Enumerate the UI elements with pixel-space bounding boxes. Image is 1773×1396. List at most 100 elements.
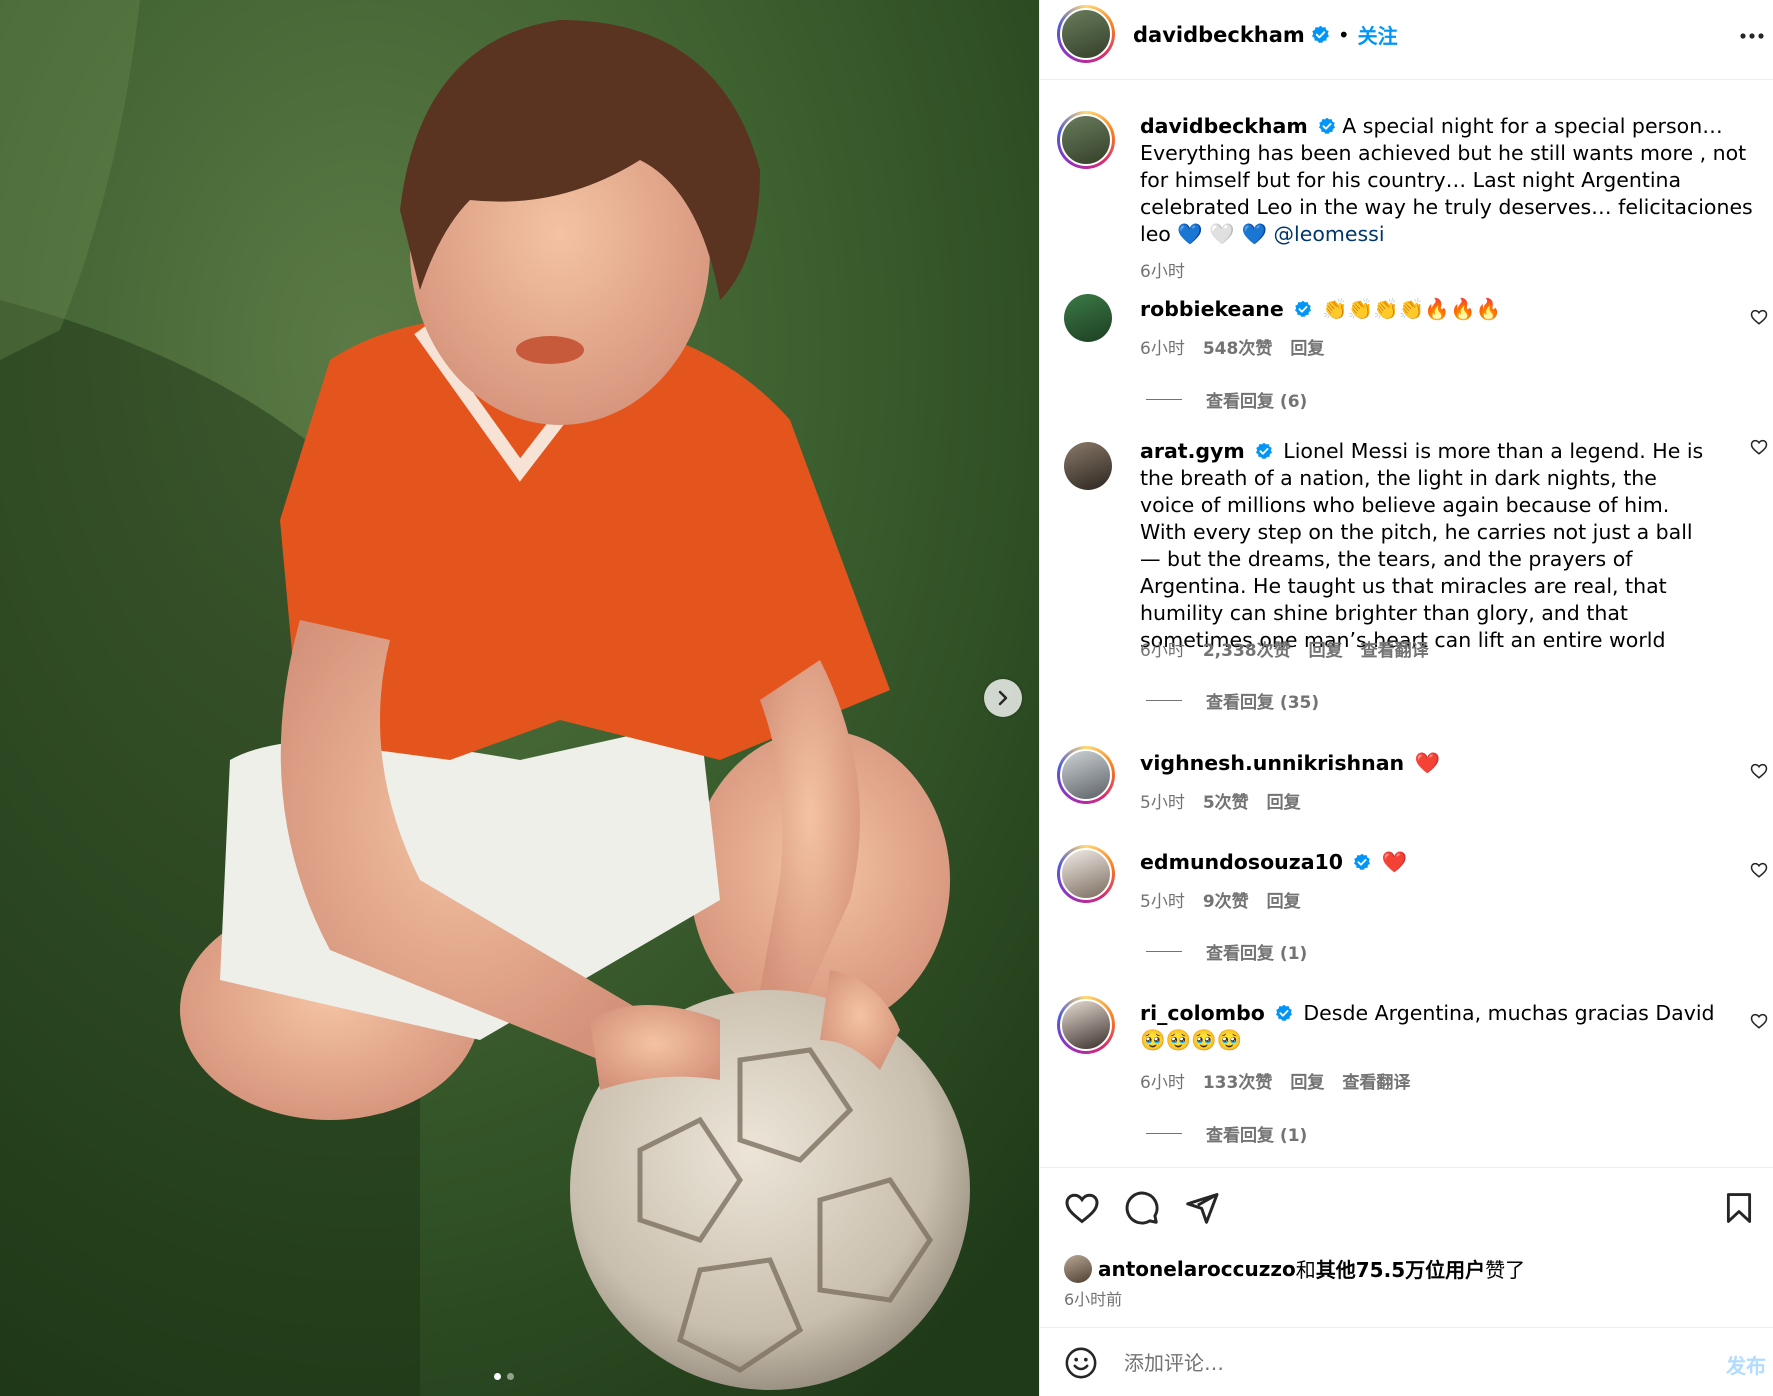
comment-meta: 6小时 133次赞 回复 查看翻译 xyxy=(1140,1068,1410,1093)
comment-like-heart-icon[interactable] xyxy=(1750,308,1768,326)
comment-bubble-icon[interactable] xyxy=(1124,1190,1160,1226)
liker-username[interactable]: antonelaroccuzzo xyxy=(1098,1257,1296,1281)
comment-avatar[interactable] xyxy=(1057,996,1115,1054)
carousel-dot xyxy=(507,1373,514,1380)
header-separator: • xyxy=(1337,22,1350,47)
comment-text-block: edmundosouza10 ❤️ xyxy=(1140,849,1706,876)
post-media[interactable] xyxy=(0,0,1039,1396)
view-replies-label[interactable]: 查看回复 (35) xyxy=(1206,688,1319,713)
comment-likes[interactable]: 548次赞 xyxy=(1203,334,1273,359)
comment-like-heart-icon[interactable] xyxy=(1750,438,1768,456)
verified-badge-icon xyxy=(1275,1004,1292,1022)
bookmark-icon[interactable] xyxy=(1722,1190,1756,1226)
comment-username[interactable]: vighnesh.unnikrishnan xyxy=(1140,751,1404,775)
liker-avatar[interactable] xyxy=(1064,1254,1092,1283)
comment-text-block: vighnesh.unnikrishnan ❤️ xyxy=(1140,750,1706,777)
smiley-icon[interactable] xyxy=(1064,1346,1098,1380)
replies-divider xyxy=(1146,399,1182,400)
comment-time[interactable]: 6小时 xyxy=(1140,334,1185,359)
caption-emojis: 💙 🤍 💙 xyxy=(1177,222,1267,246)
post-header: davidbeckham • 关注 xyxy=(1040,0,1773,80)
send-icon[interactable] xyxy=(1184,1190,1220,1226)
comment-translate-button[interactable]: 查看翻译 xyxy=(1342,1068,1410,1093)
heart-icon[interactable] xyxy=(1064,1190,1100,1226)
verified-badge-icon xyxy=(1294,300,1311,318)
comment-emojis: ❤️ xyxy=(1381,850,1408,874)
author-username[interactable]: davidbeckham xyxy=(1133,23,1305,47)
caption-mention-link[interactable]: @leomessi xyxy=(1274,222,1385,246)
comment-username[interactable]: ri_colombo xyxy=(1140,1001,1265,1025)
caption-avatar[interactable] xyxy=(1057,111,1115,169)
comment-like-heart-icon[interactable] xyxy=(1750,861,1768,879)
comment-reply-button[interactable]: 回复 xyxy=(1267,788,1301,813)
comment-emojis: 🥹🥹🥹🥹 xyxy=(1140,1028,1243,1052)
post-comment-button[interactable]: 发布 xyxy=(1726,1350,1766,1379)
post-photo xyxy=(0,0,1039,1396)
comment-likes[interactable]: 2,338次赞 xyxy=(1203,636,1291,661)
carousel-dot-active xyxy=(494,1373,501,1380)
comment-time[interactable]: 6小时 xyxy=(1140,1068,1185,1093)
comment-input[interactable] xyxy=(1124,1346,1644,1380)
comment-reply-button[interactable]: 回复 xyxy=(1309,636,1343,661)
view-replies-label[interactable]: 查看回复 (6) xyxy=(1206,387,1307,412)
next-slide-button[interactable] xyxy=(984,679,1022,717)
comment-reply-button[interactable]: 回复 xyxy=(1267,887,1301,912)
post-panel: davidbeckham • 关注 davidbeckham A special… xyxy=(1039,0,1773,1396)
likes-others-count[interactable]: 其他75.5万位用户 xyxy=(1316,1254,1485,1283)
caption-username[interactable]: davidbeckham xyxy=(1140,114,1308,138)
view-replies-button[interactable]: 查看回复 (1) xyxy=(1146,1121,1307,1146)
comment-item: arat.gym Lionel Messi is more than a leg… xyxy=(1040,436,1773,713)
likes-summary[interactable]: antonelaroccuzzo 和 其他75.5万位用户 赞了 xyxy=(1064,1254,1525,1283)
likes-suffix: 赞了 xyxy=(1485,1258,1526,1282)
comment-avatar[interactable] xyxy=(1064,294,1112,342)
replies-divider xyxy=(1146,700,1182,701)
comments-list[interactable]: davidbeckham A special night for a speci… xyxy=(1040,81,1773,1167)
comment-meta: 6小时 2,338次赞 回复 查看翻译 xyxy=(1140,636,1429,661)
replies-divider xyxy=(1146,1133,1182,1134)
comment-time[interactable]: 5小时 xyxy=(1140,788,1185,813)
comment-like-heart-icon[interactable] xyxy=(1750,762,1768,780)
comment-meta: 5小时 5次赞 回复 xyxy=(1140,788,1301,813)
comment-like-heart-icon[interactable] xyxy=(1750,1012,1768,1030)
comment-time[interactable]: 6小时 xyxy=(1140,636,1185,661)
comment-avatar[interactable] xyxy=(1057,746,1115,804)
comment-avatar[interactable] xyxy=(1057,845,1115,903)
caption-text-block: davidbeckham A special night for a speci… xyxy=(1140,113,1770,248)
view-replies-button[interactable]: 查看回复 (35) xyxy=(1146,688,1319,713)
carousel-dots xyxy=(494,1373,514,1380)
verified-badge-icon xyxy=(1354,853,1371,871)
comment-reply-button[interactable]: 回复 xyxy=(1290,1068,1324,1093)
comment-likes[interactable]: 5次赞 xyxy=(1203,788,1249,813)
comment-meta: 6小时 548次赞 回复 xyxy=(1140,334,1324,359)
post-caption: davidbeckham A special night for a speci… xyxy=(1040,111,1773,282)
view-replies-button[interactable]: 查看回复 (6) xyxy=(1146,387,1307,412)
author-row: davidbeckham • 关注 xyxy=(1133,20,1398,49)
comment-item: edmundosouza10 ❤️ 5小时 9次赞 回复 查看回复 (1) xyxy=(1040,845,1773,985)
view-replies-button[interactable]: 查看回复 (1) xyxy=(1146,939,1307,964)
comment-time[interactable]: 5小时 xyxy=(1140,887,1185,912)
comment-username[interactable]: arat.gym xyxy=(1140,439,1245,463)
view-replies-label[interactable]: 查看回复 (1) xyxy=(1206,939,1307,964)
comment-likes[interactable]: 9次赞 xyxy=(1203,887,1249,912)
comment-item: vighnesh.unnikrishnan ❤️ 5小时 5次赞 回复 xyxy=(1040,746,1773,836)
comment-avatar[interactable] xyxy=(1064,442,1112,490)
more-horizontal-icon[interactable] xyxy=(1738,26,1766,46)
comment-reply-button[interactable]: 回复 xyxy=(1290,334,1324,359)
caption-meta: 6小时 xyxy=(1140,257,1185,282)
author-avatar[interactable] xyxy=(1057,5,1115,63)
comment-username[interactable]: robbiekeane xyxy=(1140,297,1284,321)
comment-username[interactable]: edmundosouza10 xyxy=(1140,850,1343,874)
follow-button[interactable]: 关注 xyxy=(1358,20,1398,49)
comment-item: ri_colombo Desde Argentina, muchas graci… xyxy=(1040,996,1773,1166)
comment-likes[interactable]: 133次赞 xyxy=(1203,1068,1273,1093)
view-replies-label[interactable]: 查看回复 (1) xyxy=(1206,1121,1307,1146)
chevron-right-icon xyxy=(998,690,1008,706)
comment-text: Lionel Messi is more than a legend. He i… xyxy=(1140,439,1704,652)
add-comment-bar: 发布 xyxy=(1040,1327,1773,1396)
comment-meta: 5小时 9次赞 回复 xyxy=(1140,887,1301,912)
comment-emojis: 👏👏👏👏🔥🔥🔥 xyxy=(1322,297,1502,321)
post-time-ago[interactable]: 6小时前 xyxy=(1064,1286,1122,1310)
comment-translate-button[interactable]: 查看翻译 xyxy=(1361,636,1429,661)
replies-divider xyxy=(1146,951,1182,952)
caption-time[interactable]: 6小时 xyxy=(1140,257,1185,282)
